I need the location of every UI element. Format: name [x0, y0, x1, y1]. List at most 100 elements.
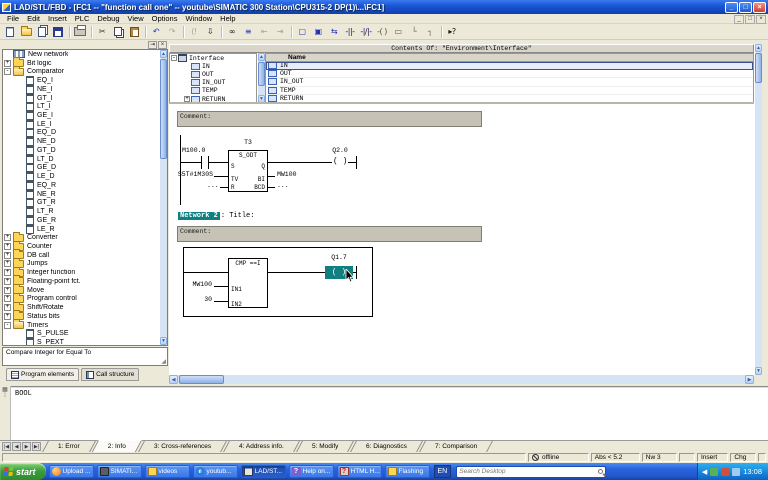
tree-item[interactable]: + Converter	[3, 231, 167, 242]
search-icon[interactable]	[598, 469, 604, 474]
task-youtube[interactable]: youtub...	[192, 465, 238, 478]
tree-item[interactable]: LT_D	[3, 154, 167, 164]
tree-item[interactable]: LE_I	[3, 119, 167, 129]
start-button[interactable]: start	[0, 463, 46, 480]
save-button[interactable]	[50, 25, 66, 39]
scroll-up-icon[interactable]: ▲	[755, 44, 762, 52]
menu-item[interactable]: Insert	[44, 14, 71, 23]
close-branch-button[interactable]: ┓	[422, 25, 438, 39]
menu-item[interactable]: View	[124, 14, 148, 23]
network1-comment[interactable]: Comment:	[177, 111, 482, 127]
interface-tree-item[interactable]: - Interface	[170, 54, 256, 63]
scroll-down-icon[interactable]: ▼	[160, 337, 167, 345]
open-button[interactable]	[18, 25, 34, 39]
expander-icon[interactable]: +	[4, 286, 11, 294]
tree-item[interactable]: - Timers	[3, 319, 167, 330]
scroll-left-icon[interactable]: ◀	[169, 375, 178, 384]
tree-item[interactable]: + Floating-point fct.	[3, 275, 167, 286]
tab-program-elements[interactable]: Program elements	[6, 368, 80, 381]
table-row[interactable]: IN	[266, 62, 753, 71]
monitor-onoff-button[interactable]: ∞	[224, 25, 240, 39]
resize-grip[interactable]: ◢	[161, 358, 166, 365]
tree-item[interactable]: NE_D	[3, 137, 167, 147]
table-row[interactable]: IN_OUT	[266, 78, 753, 87]
tree-item[interactable]: New network	[3, 50, 167, 59]
tree-item[interactable]: + Counter	[3, 240, 167, 251]
mdi-restore-button[interactable]: □	[745, 15, 755, 24]
table-row[interactable]: OUT	[266, 70, 753, 79]
interface-tree-item[interactable]: IN	[170, 62, 256, 70]
coil-operand[interactable]: Q2.0	[327, 147, 353, 155]
open-online-button[interactable]	[34, 25, 50, 39]
expander-icon[interactable]: +	[4, 260, 11, 268]
expander-icon[interactable]: +	[4, 312, 11, 320]
scroll-up-icon[interactable]: ▲	[258, 53, 265, 61]
bcd-value[interactable]: ...	[277, 182, 289, 190]
column-header-name[interactable]: Name	[266, 54, 753, 62]
task-simatic[interactable]: SIMATI...	[96, 465, 142, 478]
search-input[interactable]	[459, 468, 599, 475]
tree-item[interactable]: GE_R	[3, 215, 167, 225]
interface-tree-item[interactable]: IN_OUT	[170, 79, 256, 87]
editor-hscrollbar[interactable]: ◀ ▶	[169, 375, 754, 384]
coil-operand[interactable]: Q1.7	[325, 254, 353, 262]
insert-no-contact-button[interactable]: -||-	[342, 25, 358, 39]
minimize-button[interactable]: _	[725, 1, 738, 13]
tree-item[interactable]: S_PULSE	[3, 329, 167, 339]
copy-button[interactable]	[110, 25, 126, 39]
tab-error[interactable]: 1: Error	[42, 441, 96, 452]
paste-button[interactable]	[126, 25, 142, 39]
scroll-right-icon[interactable]: ▶	[745, 375, 754, 384]
next-error-button[interactable]: ⇥	[272, 25, 288, 39]
tree-item[interactable]: LE_R	[3, 224, 167, 234]
tree-item[interactable]: LT_I	[3, 102, 167, 112]
tray-image-icon[interactable]	[710, 467, 719, 476]
tree-item[interactable]: S_PEXT	[3, 338, 167, 345]
contact-icon[interactable]	[201, 156, 202, 169]
menu-item[interactable]: File	[3, 14, 23, 23]
tree-item[interactable]: NE_I	[3, 84, 167, 94]
ladder-editor[interactable]: Comment: M100.0 T3 S_ODT S Q TV BI R BCD…	[169, 104, 754, 375]
tray-volume-icon[interactable]	[732, 467, 741, 476]
network2-header[interactable]: Network 2 : Title:	[178, 212, 254, 220]
tab-call-structure[interactable]: Call structure	[81, 368, 140, 381]
table-row[interactable]: TEMP	[266, 86, 753, 95]
new-button[interactable]	[2, 25, 18, 39]
tree-item[interactable]: + Jumps	[3, 257, 167, 269]
insert-nc-contact-button[interactable]: -|/|-	[358, 25, 374, 39]
expander-icon[interactable]: +	[4, 304, 11, 312]
catalog-scrollbar[interactable]: ▲ ▼	[159, 50, 167, 345]
in1-value[interactable]: MW100	[179, 281, 212, 289]
scroll-down-icon[interactable]: ▼	[755, 367, 762, 375]
undo-button[interactable]: ↶	[148, 25, 164, 39]
task-htmlhelp[interactable]: HTML H...	[336, 465, 382, 478]
go-online-button[interactable]: (!	[186, 25, 202, 39]
split-view-button[interactable]: ⇆	[326, 25, 342, 39]
expander-icon[interactable]: +	[4, 251, 11, 259]
menu-item[interactable]: PLC	[71, 14, 94, 23]
hide-icons-chevron[interactable]: ◀	[702, 468, 707, 476]
maximize-button[interactable]: □	[739, 1, 752, 13]
menu-item[interactable]: Window	[181, 14, 216, 23]
overview-window-button[interactable]: ▢	[294, 25, 310, 39]
tab-address-info[interactable]: 4: Address info.	[222, 441, 300, 452]
menu-item[interactable]: Options	[148, 14, 182, 23]
tree-item[interactable]: + Move	[3, 284, 167, 295]
contact-operand[interactable]: M100.0	[182, 147, 205, 155]
expander-icon[interactable]: -	[4, 68, 11, 76]
cut-button[interactable]: ✂	[94, 25, 110, 39]
tab-diagnostics[interactable]: 6: Diagnostics	[350, 441, 423, 452]
close-icon[interactable]: ×	[158, 40, 167, 49]
tree-item[interactable]: GE_D	[3, 163, 167, 173]
task-help[interactable]: Help on...	[288, 465, 334, 478]
redo-button[interactable]: ↷	[164, 25, 180, 39]
compare-box[interactable]: CMP ==I IN1 IN2	[228, 258, 268, 308]
network2-comment[interactable]: Comment:	[177, 226, 482, 242]
interface-tree-item[interactable]: OUT	[170, 70, 256, 78]
tree-item[interactable]: LE_D	[3, 172, 167, 182]
tree-item[interactable]: NE_R	[3, 189, 167, 199]
network2-label[interactable]: Network 2	[178, 212, 220, 220]
expander-icon[interactable]: +	[4, 243, 11, 251]
close-button[interactable]: ×	[753, 1, 766, 13]
tree-item[interactable]: EQ_D	[3, 128, 167, 138]
